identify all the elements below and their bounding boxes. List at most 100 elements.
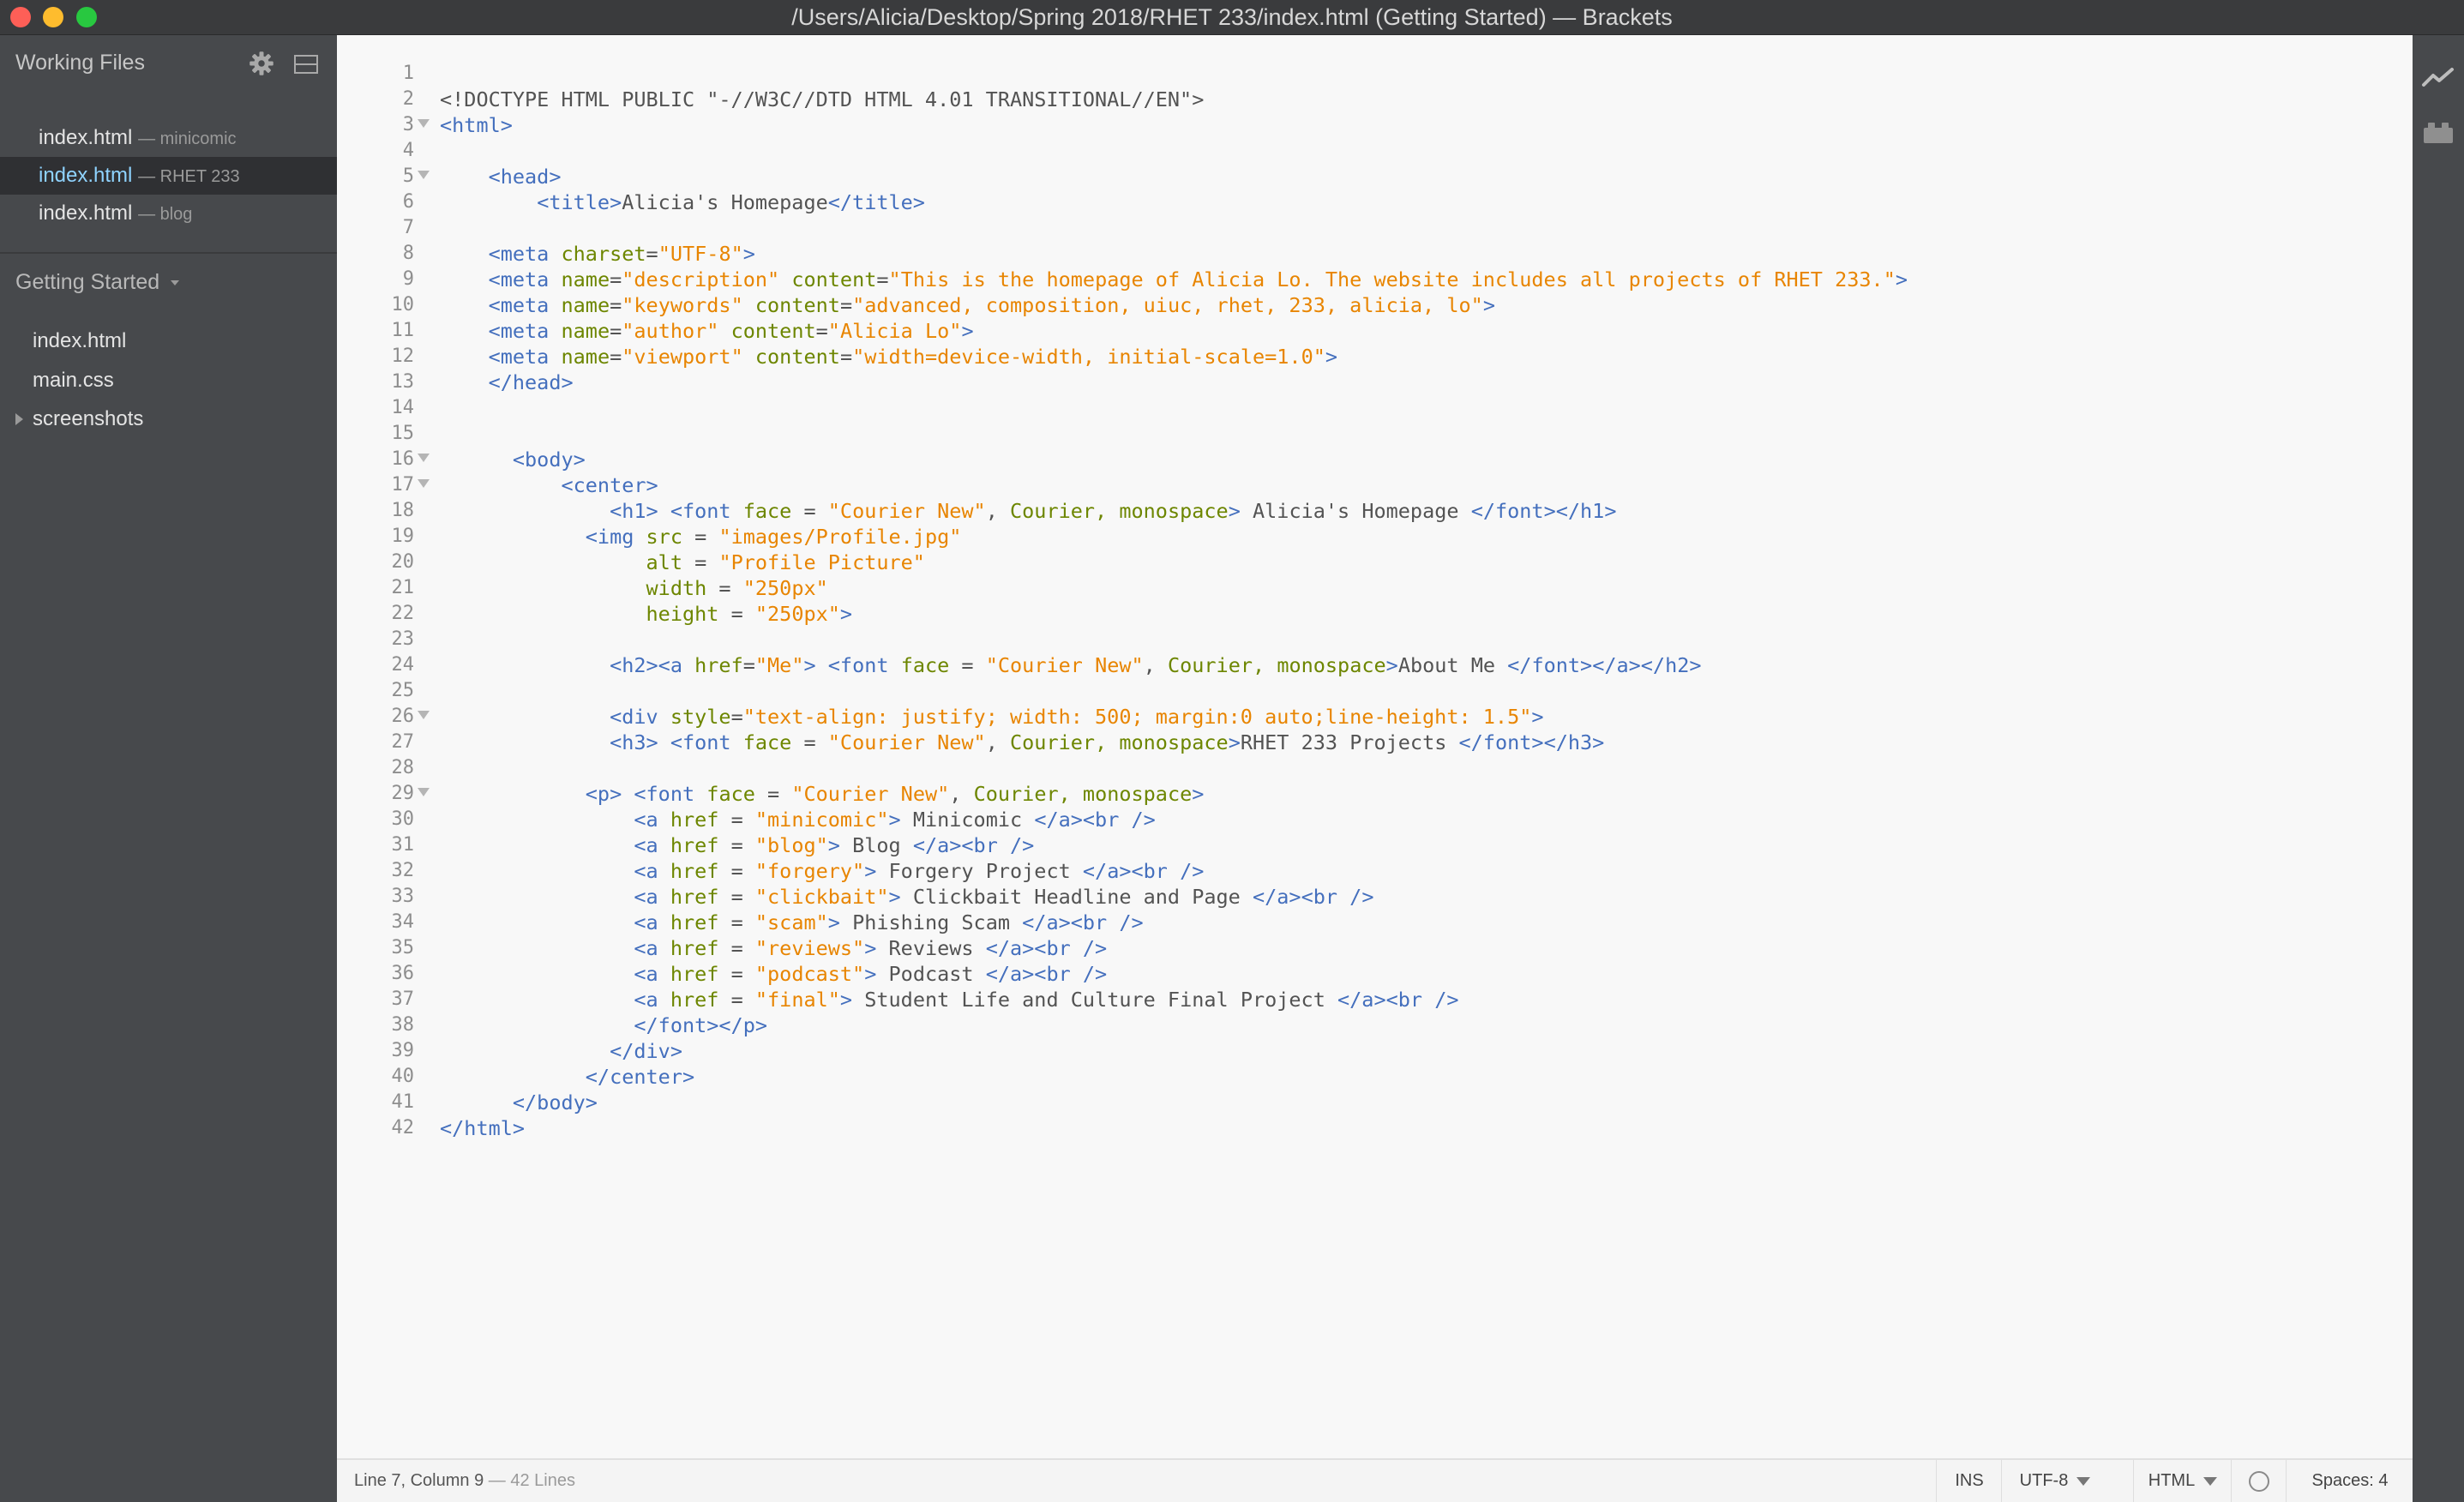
code-line[interactable]: <head>: [440, 164, 1908, 189]
code-line[interactable]: </center>: [440, 1064, 1908, 1090]
line-number: 28: [391, 757, 415, 778]
code-line[interactable]: [440, 61, 1908, 87]
code-token: </a><br />: [1082, 859, 1205, 883]
file-tree-item[interactable]: index.html: [33, 324, 126, 358]
code-token: "images/Profile.jpg": [718, 525, 962, 549]
code-token: content: [754, 345, 840, 369]
code-line[interactable]: <center>: [440, 472, 1908, 498]
code-line[interactable]: </div>: [440, 1038, 1908, 1064]
fold-toggle[interactable]: [416, 781, 433, 807]
code-line[interactable]: [440, 138, 1908, 164]
code-line[interactable]: <title>Alicia's Homepage</title>: [440, 189, 1908, 215]
project-dropdown[interactable]: Getting Started: [15, 270, 180, 295]
code-line[interactable]: <div style="text-align: justify; width: …: [440, 704, 1908, 730]
line-number: 11: [391, 320, 415, 341]
fold-toggle[interactable]: [416, 704, 433, 730]
code-line[interactable]: [440, 421, 1908, 447]
code-line[interactable]: <a href = "scam"> Phishing Scam </a><br …: [440, 910, 1908, 935]
working-file-item[interactable]: index.html — blog: [0, 195, 337, 232]
encoding-select[interactable]: UTF-8: [2001, 1460, 2108, 1502]
folder-tree-item[interactable]: screenshots: [33, 402, 143, 436]
line-number: 33: [391, 886, 415, 907]
code-line[interactable]: <p> <font face = "Courier New", Courier,…: [440, 781, 1908, 807]
code-line[interactable]: <meta name="author" content="Alicia Lo">: [440, 318, 1908, 344]
code-token: "250px": [742, 576, 828, 600]
linting-status[interactable]: [2231, 1460, 2287, 1502]
code-token: >: [827, 910, 840, 934]
code-line[interactable]: height = "250px">: [440, 601, 1908, 627]
code-line[interactable]: <a href = "reviews"> Reviews </a><br />: [440, 935, 1908, 961]
code-token: "minicomic": [754, 808, 889, 832]
code-token: name: [561, 319, 610, 343]
fold-toggle[interactable]: [416, 447, 433, 472]
code-line[interactable]: width = "250px": [440, 575, 1908, 601]
line-number: 42: [391, 1117, 415, 1139]
code-token: </head>: [488, 370, 574, 394]
working-file-item-active[interactable]: index.html — RHET 233: [0, 157, 337, 195]
code-line[interactable]: <a href = "final"> Student Life and Cult…: [440, 987, 1908, 1012]
indent-settings[interactable]: Spaces: 4: [2286, 1460, 2413, 1502]
code-line[interactable]: <h2><a href="Me"> <font face = "Courier …: [440, 652, 1908, 678]
code-line[interactable]: <a href = "minicomic"> Minicomic </a><br…: [440, 807, 1908, 832]
code-token: =: [718, 808, 755, 832]
line-count: — 42 Lines: [488, 1471, 575, 1490]
code-line[interactable]: </font></p>: [440, 1012, 1908, 1038]
code-token: >: [1228, 730, 1241, 754]
code-line[interactable]: <html>: [440, 112, 1908, 138]
code-token: "keywords": [622, 293, 743, 317]
fold-toggle[interactable]: [416, 472, 433, 498]
code-line[interactable]: <meta name="viewport" content="width=dev…: [440, 344, 1908, 369]
file-tree-item[interactable]: main.css: [33, 363, 114, 398]
code-token: href: [670, 910, 719, 934]
insert-mode-toggle[interactable]: INS: [1936, 1460, 2002, 1502]
code-line[interactable]: [440, 678, 1908, 704]
code-line[interactable]: alt = "Profile Picture": [440, 550, 1908, 575]
code-editor[interactable]: 1 2 3 4 5 6 7 8 9 10 11 12 13 14 15 16 17 18 19 20 21 22 23 24 2…: [337, 35, 2413, 1458]
code-line[interactable]: <a href = "blog"> Blog </a><br />: [440, 832, 1908, 858]
code-token: Phishing Scam: [839, 910, 1023, 934]
line-number: 34: [391, 911, 415, 933]
working-file-item[interactable]: index.html — minicomic: [0, 119, 337, 157]
code-token: <head>: [488, 165, 562, 189]
code-line[interactable]: </head>: [440, 369, 1908, 395]
line-number: 4: [402, 140, 414, 161]
code-line[interactable]: <h1> <font face = "Courier New", Courier…: [440, 498, 1908, 524]
code-line[interactable]: [440, 755, 1908, 781]
code-line[interactable]: </body>: [440, 1090, 1908, 1115]
folder-expand-icon[interactable]: [15, 413, 23, 425]
code-line[interactable]: <a href = "podcast"> Podcast </a><br />: [440, 961, 1908, 987]
code-line[interactable]: <meta charset="UTF-8">: [440, 241, 1908, 267]
code-line[interactable]: [440, 395, 1908, 421]
code-content[interactable]: <!DOCTYPE HTML PUBLIC "-//W3C//DTD HTML …: [440, 61, 1908, 1141]
language-select[interactable]: HTML: [2133, 1460, 2232, 1502]
code-line[interactable]: [440, 627, 1908, 652]
code-line[interactable]: <img src = "images/Profile.jpg": [440, 524, 1908, 550]
code-line[interactable]: <a href = "forgery"> Forgery Project </a…: [440, 858, 1908, 884]
code-line[interactable]: [440, 215, 1908, 241]
fold-toggle[interactable]: [416, 164, 433, 189]
fold-toggle[interactable]: [416, 112, 433, 138]
code-line[interactable]: <meta name="description" content="This i…: [440, 267, 1908, 292]
chevron-down-icon: [2076, 1476, 2091, 1486]
code-line[interactable]: <meta name="keywords" content="advanced,…: [440, 292, 1908, 318]
code-line[interactable]: </html>: [440, 1115, 1908, 1141]
code-line[interactable]: <h3> <font face = "Courier New", Courier…: [440, 730, 1908, 755]
code-token: </a><br />: [1022, 910, 1144, 934]
gear-icon[interactable]: [249, 51, 274, 76]
live-preview-icon[interactable]: [2421, 66, 2455, 90]
split-view-icon[interactable]: [293, 52, 319, 76]
extension-manager-icon[interactable]: [2421, 119, 2455, 145]
code-line[interactable]: <body>: [440, 447, 1908, 472]
code-line[interactable]: <!DOCTYPE HTML PUBLIC "-//W3C//DTD HTML …: [440, 87, 1908, 112]
code-line[interactable]: <a href = "clickbait"> Clickbait Headlin…: [440, 884, 1908, 910]
